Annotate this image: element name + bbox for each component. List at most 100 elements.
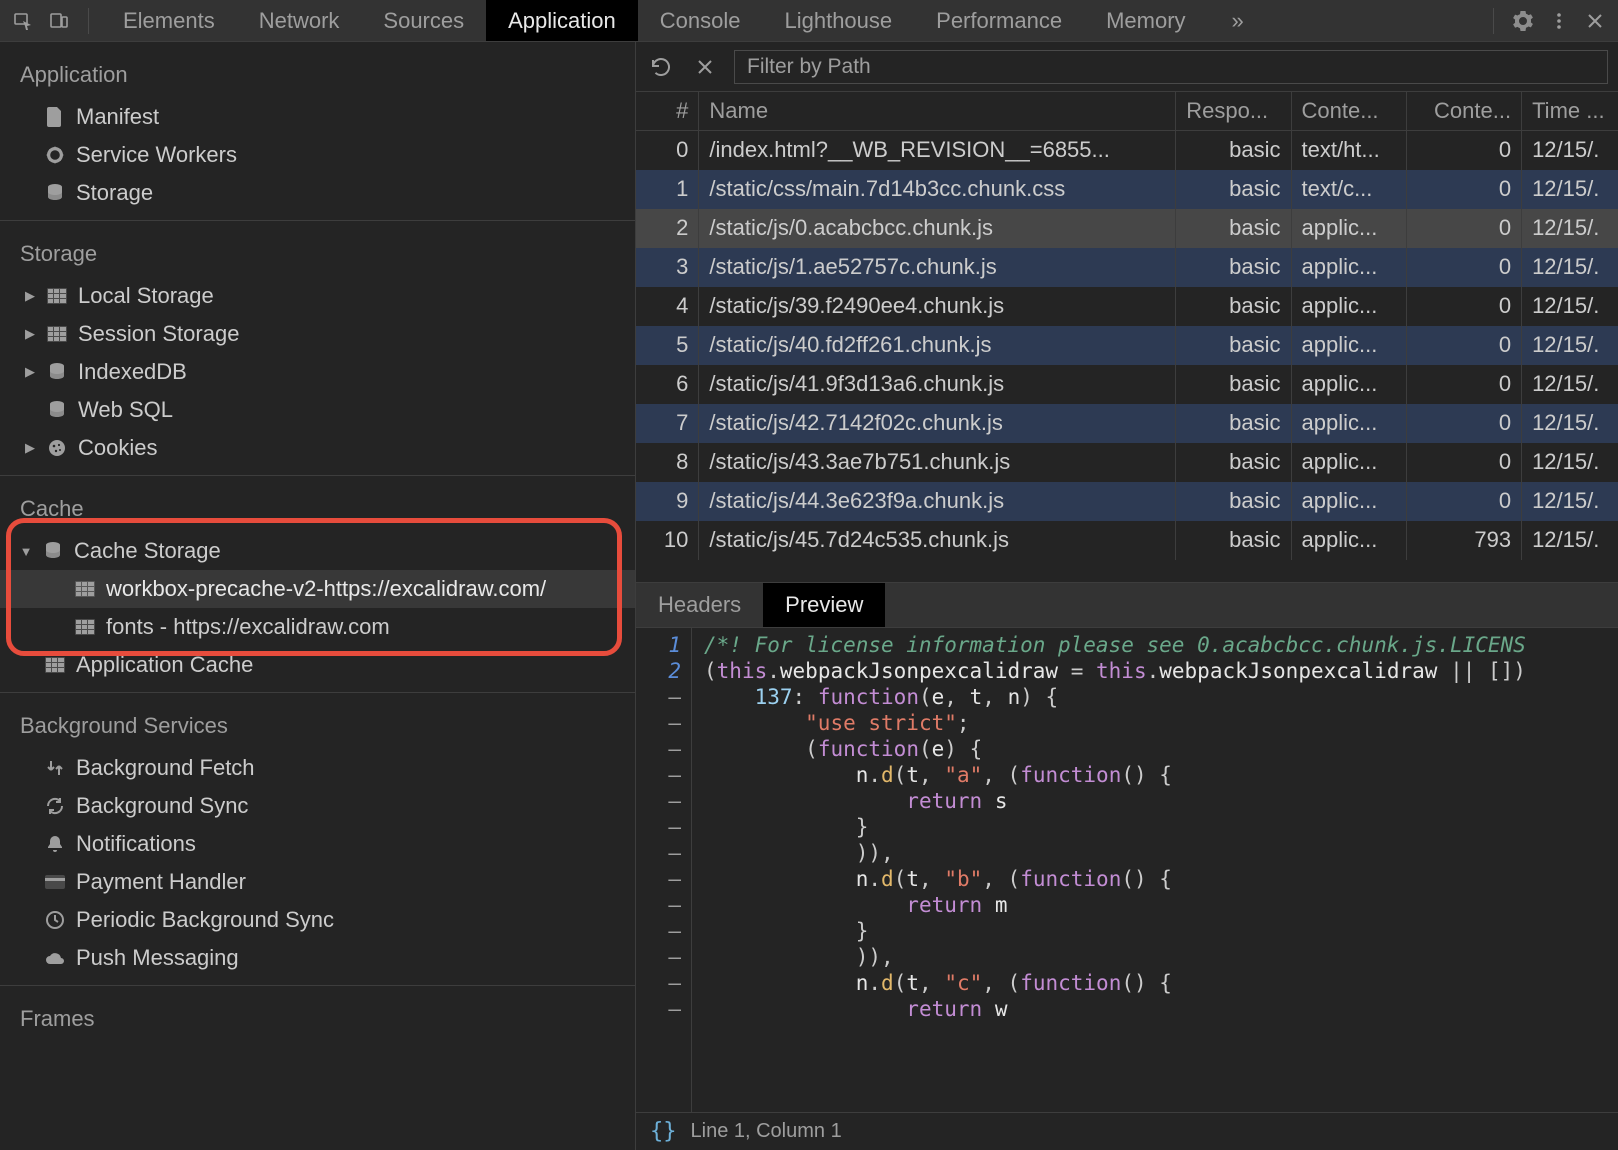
sidebar-item-push-messaging[interactable]: Push Messaging <box>0 939 635 977</box>
cell-index: 4 <box>636 287 699 326</box>
cell-name: /static/js/39.f2490ee4.chunk.js <box>699 287 1176 326</box>
cell-name: /static/js/42.7142f02c.chunk.js <box>699 404 1176 443</box>
table-icon <box>46 285 68 307</box>
col-header-time[interactable]: Time ... <box>1522 92 1618 131</box>
cell-response: basic <box>1176 287 1291 326</box>
cell-response: basic <box>1176 131 1291 170</box>
sidebar-item-session-storage[interactable]: ▶Session Storage <box>0 315 635 353</box>
sidebar-item-indexeddb[interactable]: ▶IndexedDB <box>0 353 635 391</box>
sidebar-item-web-sql[interactable]: Web SQL <box>0 391 635 429</box>
tab-console[interactable]: Console <box>638 0 763 41</box>
sidebar-item-label: IndexedDB <box>78 359 187 385</box>
sidebar-item-label: Periodic Background Sync <box>76 907 334 933</box>
preview-tab-preview[interactable]: Preview <box>763 583 885 627</box>
cache-detail-pane: # Name Respo... Conte... Conte... Time .… <box>636 42 1618 1150</box>
cell-response: basic <box>1176 482 1291 521</box>
table-icon <box>46 323 68 345</box>
cell-time: 12/15/. <box>1522 209 1618 248</box>
sidebar-item-notifications[interactable]: Notifications <box>0 825 635 863</box>
close-icon[interactable] <box>1578 4 1612 38</box>
tab-memory[interactable]: Memory <box>1084 0 1207 41</box>
table-row[interactable]: 5/static/js/40.fd2ff261.chunk.jsbasicapp… <box>636 326 1618 365</box>
tab-elements[interactable]: Elements <box>101 0 237 41</box>
sidebar-item-label: workbox-precache-v2-https://excalidraw.c… <box>106 576 546 602</box>
gear-icon <box>44 144 66 166</box>
filter-input[interactable] <box>734 50 1608 84</box>
table-row[interactable]: 6/static/js/41.9f3d13a6.chunk.jsbasicapp… <box>636 365 1618 404</box>
sidebar-item-background-sync[interactable]: Background Sync <box>0 787 635 825</box>
sidebar-item-local-storage[interactable]: ▶Local Storage <box>0 277 635 315</box>
col-header-name[interactable]: Name <box>699 92 1176 131</box>
table-row[interactable]: 10/static/js/45.7d24c535.chunk.jsbasicap… <box>636 521 1618 560</box>
device-toolbar-icon[interactable] <box>42 4 76 38</box>
sidebar-item-label: Background Fetch <box>76 755 255 781</box>
sidebar-item-cache-storage[interactable]: ▼ Cache Storage <box>0 532 635 570</box>
cell-content-length: 0 <box>1406 131 1521 170</box>
cursor-position-label: Line 1, Column 1 <box>691 1120 842 1143</box>
sidebar-item-manifest[interactable]: Manifest <box>0 98 635 136</box>
refresh-icon[interactable] <box>646 52 676 82</box>
cell-content-type: applic... <box>1291 287 1406 326</box>
tab-application[interactable]: Application <box>486 0 638 41</box>
table-row[interactable]: 2/static/js/0.acabcbcc.chunk.jsbasicappl… <box>636 209 1618 248</box>
cell-time: 12/15/. <box>1522 482 1618 521</box>
cell-content-length: 0 <box>1406 248 1521 287</box>
divider <box>1493 8 1494 34</box>
table-row[interactable]: 1/static/css/main.7d14b3cc.chunk.cssbasi… <box>636 170 1618 209</box>
settings-icon[interactable] <box>1506 4 1540 38</box>
table-row[interactable]: 9/static/js/44.3e623f9a.chunk.jsbasicapp… <box>636 482 1618 521</box>
cell-content-type: applic... <box>1291 482 1406 521</box>
section-title-cache: Cache <box>0 490 635 532</box>
sidebar-item-service-workers[interactable]: Service Workers <box>0 136 635 174</box>
kebab-menu-icon[interactable] <box>1542 4 1576 38</box>
clock-icon <box>44 909 66 931</box>
tab-sources[interactable]: Sources <box>361 0 486 41</box>
sidebar-item-label: Session Storage <box>78 321 239 347</box>
fetch-icon <box>44 757 66 779</box>
sidebar-item-periodic-background-sync[interactable]: Periodic Background Sync <box>0 901 635 939</box>
sidebar-item-storage[interactable]: Storage <box>0 174 635 212</box>
cell-content-type: applic... <box>1291 404 1406 443</box>
tabs-overflow-button[interactable]: » <box>1210 0 1266 41</box>
line-number-gutter: 12––––––––––––– <box>636 628 692 1112</box>
cell-content-length: 793 <box>1406 521 1521 560</box>
sidebar-item-payment-handler[interactable]: Payment Handler <box>0 863 635 901</box>
cell-name: /static/js/1.ae52757c.chunk.js <box>699 248 1176 287</box>
cell-index: 5 <box>636 326 699 365</box>
table-row[interactable]: 4/static/js/39.f2490ee4.chunk.jsbasicapp… <box>636 287 1618 326</box>
cell-content-type: applic... <box>1291 209 1406 248</box>
cell-content-type: applic... <box>1291 443 1406 482</box>
sidebar-item-label: Manifest <box>76 104 159 130</box>
sidebar-item-background-fetch[interactable]: Background Fetch <box>0 749 635 787</box>
cell-response: basic <box>1176 170 1291 209</box>
cell-content-length: 0 <box>1406 365 1521 404</box>
sidebar-item-label: Payment Handler <box>76 869 246 895</box>
sidebar-item-cache-entry[interactable]: fonts - https://excalidraw.com <box>0 608 635 646</box>
tab-performance[interactable]: Performance <box>914 0 1084 41</box>
col-header-content-type[interactable]: Conte... <box>1291 92 1406 131</box>
inspect-element-icon[interactable] <box>6 4 40 38</box>
table-row[interactable]: 7/static/js/42.7142f02c.chunk.jsbasicapp… <box>636 404 1618 443</box>
sidebar-item-label: Service Workers <box>76 142 237 168</box>
tab-network[interactable]: Network <box>237 0 362 41</box>
sidebar-item-application-cache[interactable]: Application Cache <box>0 646 635 684</box>
table-row[interactable]: 0/index.html?__WB_REVISION__=6855...basi… <box>636 131 1618 170</box>
cell-content-length: 0 <box>1406 209 1521 248</box>
clear-icon[interactable] <box>690 52 720 82</box>
table-row[interactable]: 8/static/js/43.3ae7b751.chunk.jsbasicapp… <box>636 443 1618 482</box>
col-header-content-length[interactable]: Conte... <box>1406 92 1521 131</box>
col-header-index[interactable]: # <box>636 92 699 131</box>
tab-lighthouse[interactable]: Lighthouse <box>762 0 914 41</box>
sidebar-item-cache-entry[interactable]: workbox-precache-v2-https://excalidraw.c… <box>0 570 635 608</box>
pretty-print-icon[interactable]: {} <box>650 1119 677 1144</box>
preview-tab-headers[interactable]: Headers <box>636 583 763 627</box>
code-content[interactable]: /*! For license information please see 0… <box>692 628 1618 1112</box>
sidebar-item-label: Cache Storage <box>74 538 221 564</box>
col-header-response[interactable]: Respo... <box>1176 92 1291 131</box>
cell-name: /static/js/44.3e623f9a.chunk.js <box>699 482 1176 521</box>
cell-content-type: applic... <box>1291 521 1406 560</box>
sidebar-item-cookies[interactable]: ▶Cookies <box>0 429 635 467</box>
cell-time: 12/15/. <box>1522 170 1618 209</box>
cookie-icon <box>46 437 68 459</box>
table-row[interactable]: 3/static/js/1.ae52757c.chunk.jsbasicappl… <box>636 248 1618 287</box>
